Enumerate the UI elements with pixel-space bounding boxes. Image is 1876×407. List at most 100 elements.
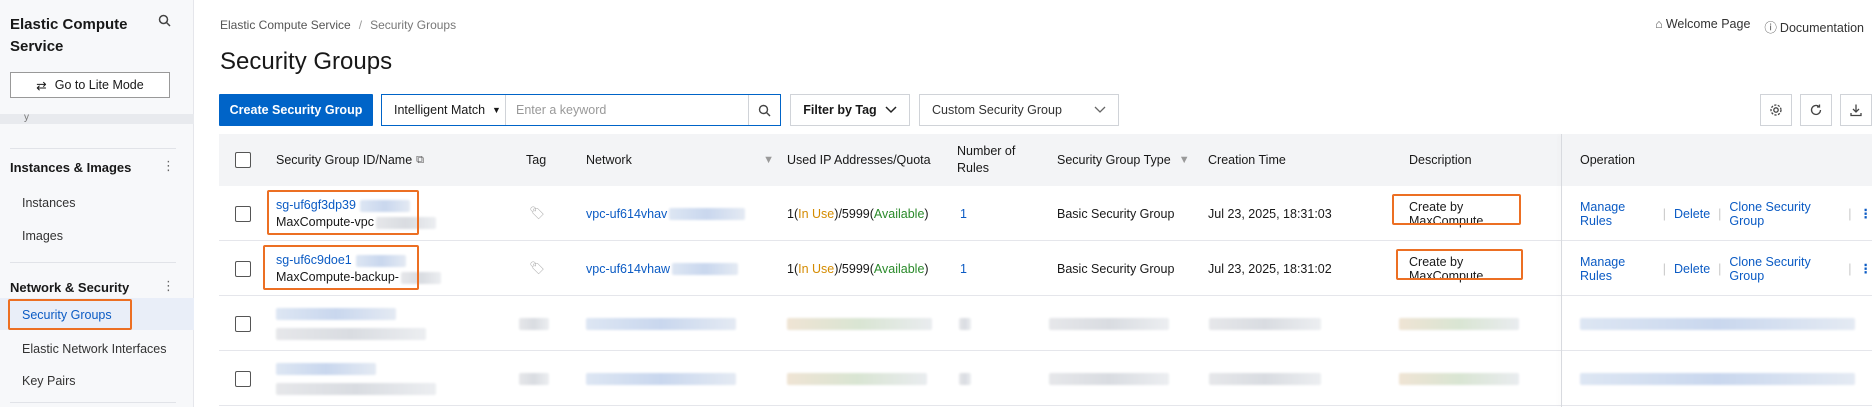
filter-by-tag-button[interactable]: Filter by Tag <box>790 94 910 126</box>
highlight-box <box>1396 249 1523 280</box>
table-row: sg-uf6gf3dp39 MaxCompute-vpc 🏷 vpc-uf614… <box>219 186 1872 241</box>
redacted-cell <box>1049 351 1169 406</box>
used-ip-cell: 1(In Use)/5999(Available) <box>787 261 929 276</box>
breadcrumb-current: Security Groups <box>370 18 457 32</box>
available-label: Available <box>873 206 925 221</box>
lite-mode-label: Go to Lite Mode <box>54 78 144 92</box>
row-checkbox[interactable] <box>235 296 251 351</box>
sidebar-item-key-pairs[interactable]: Key Pairs <box>22 374 76 388</box>
search-icon[interactable] <box>748 95 780 125</box>
sidebar-item-instances[interactable]: Instances <box>22 196 76 210</box>
welcome-page-link[interactable]: ⌂ Welcome Page <box>1655 17 1750 36</box>
refresh-icon[interactable] <box>1800 94 1832 126</box>
documentation-label: Documentation <box>1779 21 1864 35</box>
search-icon[interactable] <box>158 14 171 30</box>
swap-icon: ⇄ <box>36 78 47 93</box>
sidebar-item-security-groups[interactable]: Security Groups <box>8 299 132 330</box>
manage-rules-link[interactable]: Manage Rules <box>1580 200 1655 228</box>
sidebar-scrollbar[interactable]: y <box>0 112 194 124</box>
documentation-link[interactable]: ⓘ Documentation <box>1764 17 1864 36</box>
redacted-cell <box>787 351 927 406</box>
header-id-name: Security Group ID/Name ⧉ <box>276 134 424 186</box>
sidebar-item-elastic-network-interfaces[interactable]: Elastic Network Interfaces <box>22 342 167 356</box>
more-vertical-icon[interactable]: ⋮ <box>162 278 175 294</box>
quota-value: /5999 <box>838 261 870 276</box>
manage-rules-link[interactable]: Manage Rules <box>1580 255 1655 283</box>
breadcrumb: Elastic Compute Service / Security Groups <box>220 18 457 32</box>
highlight-box <box>263 245 419 290</box>
highlight-box <box>1392 194 1521 225</box>
copy-icon[interactable]: ⧉ <box>416 152 424 169</box>
breadcrumb-link-ecs[interactable]: Elastic Compute Service <box>220 18 351 32</box>
row-checkbox[interactable] <box>235 351 251 406</box>
rules-count-link[interactable]: 1 <box>960 186 967 241</box>
redacted-cell <box>959 351 971 406</box>
in-use-count: 1 <box>787 206 794 221</box>
rules-count-link[interactable]: 1 <box>960 241 967 296</box>
more-vertical-icon[interactable]: ⋮ <box>1860 261 1873 276</box>
sidebar-title: Elastic Compute Service <box>10 16 128 55</box>
group-type-select-value: Custom Security Group <box>932 103 1062 117</box>
delete-link[interactable]: Delete <box>1674 207 1710 221</box>
network-cell: vpc-uf614vhav <box>586 186 746 241</box>
sidebar-item-images[interactable]: Images <box>22 229 63 243</box>
header-number-of-rules: Number of Rules <box>957 144 1016 175</box>
tag-icon[interactable]: 🏷 <box>529 241 545 296</box>
redacted-cell <box>1049 296 1169 351</box>
row-checkbox[interactable] <box>235 186 251 241</box>
filter-icon[interactable]: ▼ <box>763 152 774 169</box>
create-security-group-button[interactable]: Create Security Group <box>219 94 373 126</box>
more-vertical-icon[interactable]: ⋮ <box>1860 206 1873 221</box>
tag-icon[interactable]: 🏷 <box>529 186 545 241</box>
table-row: sg-uf6c9doe1 MaxCompute-backup- 🏷 vpc-uf… <box>219 241 1872 296</box>
header-security-group-type: Security Group Type ▼ <box>1057 134 1190 186</box>
highlight-box <box>267 190 419 235</box>
table-row <box>219 351 1872 406</box>
vpc-link[interactable]: vpc-uf614vhaw <box>586 262 670 276</box>
in-use-count: 1 <box>787 261 794 276</box>
table-header: Security Group ID/Name ⧉ Tag Network ▼ U… <box>219 134 1872 186</box>
select-all-checkbox[interactable] <box>235 134 251 186</box>
security-group-type-select[interactable]: Custom Security Group <box>919 94 1119 126</box>
header-id-name-label: Security Group ID/Name <box>276 152 413 167</box>
header-operation: Operation <box>1580 152 1635 167</box>
gear-icon[interactable] <box>1760 94 1792 126</box>
delete-link[interactable]: Delete <box>1674 262 1710 276</box>
header-network-label: Network <box>586 152 632 167</box>
page-title: Security Groups <box>220 48 393 75</box>
help-circle-icon: ⓘ <box>1764 21 1777 35</box>
divider <box>10 262 176 263</box>
filter-icon[interactable]: ▼ <box>1179 152 1190 169</box>
more-vertical-icon[interactable]: ⋮ <box>162 158 175 174</box>
redacted-cell <box>276 351 436 406</box>
header-creation-time: Creation Time <box>1208 152 1286 167</box>
vpc-link[interactable]: vpc-uf614vhav <box>586 207 667 221</box>
welcome-page-label: Welcome Page <box>1665 17 1751 31</box>
search-mode-select[interactable]: Intelligent Match ▼ <box>382 95 506 125</box>
go-to-lite-mode-button[interactable]: ⇄ Go to Lite Mode <box>10 72 170 98</box>
sidebar-group-instances-images[interactable]: Instances & Images <box>10 160 131 175</box>
redacted-cell <box>1209 351 1321 406</box>
chevron-down-icon <box>1094 106 1106 113</box>
available-label: Available <box>873 261 925 276</box>
download-icon[interactable] <box>1840 94 1872 126</box>
search-bar: Intelligent Match ▼ <box>381 94 781 126</box>
chevron-down-icon <box>885 106 897 114</box>
search-input[interactable] <box>506 95 748 125</box>
row-checkbox[interactable] <box>235 241 251 296</box>
creation-time-cell: Jul 23, 2025, 18:31:03 <box>1208 206 1332 221</box>
redacted-cell <box>1209 296 1321 351</box>
operations-cell: Manage Rules | Delete | Clone Security Gro… <box>1580 254 1873 283</box>
header-network: Network ▼ <box>586 134 774 186</box>
clone-security-group-link[interactable]: Clone Security Group <box>1729 255 1840 283</box>
redacted-cell <box>1399 351 1519 406</box>
clone-security-group-link[interactable]: Clone Security Group <box>1729 200 1840 228</box>
fixed-column-divider <box>1561 134 1562 407</box>
security-groups-table: Security Group ID/Name ⧉ Tag Network ▼ U… <box>219 134 1872 407</box>
filter-by-tag-label: Filter by Tag <box>803 103 877 117</box>
redacted-cell <box>1580 351 1855 406</box>
redacted-cell <box>1399 296 1519 351</box>
creation-time-cell: Jul 23, 2025, 18:31:02 <box>1208 261 1332 276</box>
sidebar-group-network-security[interactable]: Network & Security <box>10 280 129 295</box>
header-used-ip: Used IP Addresses/Quota <box>787 152 931 167</box>
